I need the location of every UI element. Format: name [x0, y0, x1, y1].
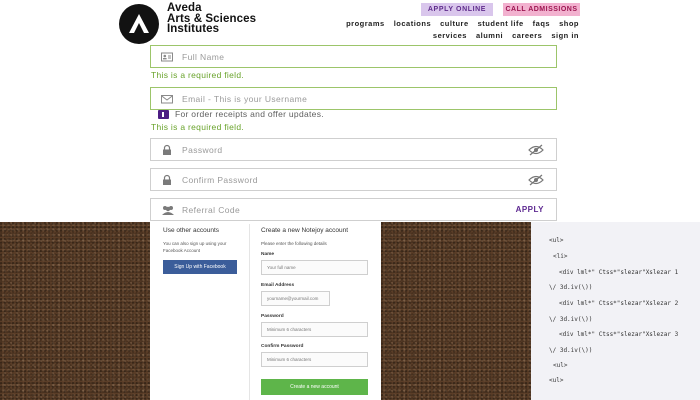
code-line-7: <div lml*" Ctss*"slezar"Xslezar 3	[559, 331, 679, 338]
email-optin[interactable]: For order receipts and offer updates.	[158, 109, 324, 119]
full-name-field[interactable]: Full Name	[150, 45, 557, 68]
code-line-8: \/ 3d.iv(\))	[549, 347, 593, 354]
logo-line-1: Aveda	[167, 2, 202, 14]
password-field[interactable]: Password	[150, 138, 557, 161]
nav-item-locations[interactable]: locations	[394, 19, 431, 28]
envelope-icon	[161, 95, 173, 104]
confirm-password-field[interactable]: Confirm Password	[150, 168, 557, 191]
nav-item-culture[interactable]: culture	[440, 19, 469, 28]
nav-item-sign-in[interactable]: sign in	[551, 31, 579, 40]
nav-item-alumni[interactable]: alumni	[476, 31, 503, 40]
code-snippet-panel: <ul> <li> <div lml*" Ctss*"slezar"Xsleza…	[531, 222, 700, 400]
email-label: Email Address	[261, 283, 295, 288]
dirt-texture-middle	[381, 222, 531, 400]
full-name-error: This is a required field.	[151, 70, 245, 80]
nav-item-services[interactable]: services	[433, 31, 467, 40]
aveda-logo-icon[interactable]	[119, 4, 159, 44]
create-account-title: Create a new Notejoy account	[261, 227, 349, 234]
nav-item-programs[interactable]: programs	[346, 19, 385, 28]
eye-slash-icon[interactable]	[528, 174, 544, 186]
referral-code-field[interactable]: Referral Code APPLY	[150, 198, 557, 221]
screenshot-canvas: Aveda Arts & Sciences Institutes APPLY O…	[0, 0, 700, 400]
create-account-subtitle: Please enter the following details	[261, 241, 327, 246]
id-card-icon	[161, 52, 173, 62]
code-line-4: \/ 3d.iv(\))	[549, 284, 593, 291]
name-input[interactable]: Your full name	[261, 260, 368, 275]
referral-placeholder: Referral Code	[182, 205, 241, 215]
confirm-password-input[interactable]: Minimum 6 characters	[261, 352, 368, 367]
nav-item-faqs[interactable]: faqs	[533, 19, 550, 28]
confirm-password-placeholder: Confirm Password	[182, 175, 258, 185]
password-placeholder: Password	[182, 145, 223, 155]
code-line-5: <div lml*" Ctss*"slezar"Xslezar 2	[559, 300, 679, 307]
signup-modal: Use other accounts You can also sign up …	[150, 222, 381, 400]
main-nav: programs locations culture student life …	[346, 19, 579, 28]
optin-label: For order receipts and offer updates.	[175, 109, 324, 119]
create-account-button[interactable]: Create a new account	[261, 379, 368, 395]
users-icon	[162, 206, 174, 215]
lock-icon	[163, 174, 171, 185]
code-line-3: <div lml*" Ctss*"slezar"Xslezar 1	[559, 269, 679, 276]
code-line-9: <ul>	[553, 362, 568, 369]
code-line-10: <ul>	[549, 377, 564, 384]
name-label: Name	[261, 252, 275, 257]
secondary-nav: services alumni careers sign in	[433, 31, 579, 40]
eye-slash-icon[interactable]	[528, 144, 544, 156]
dirt-texture-left	[0, 222, 150, 400]
apply-online-button[interactable]: APPLY ONLINE	[421, 3, 493, 16]
email-placeholder: Email - This is your Username	[182, 94, 308, 104]
facebook-signup-button[interactable]: Sign Up with Facebook	[163, 260, 237, 274]
email-error: This is a required field.	[151, 122, 245, 132]
nav-item-shop[interactable]: shop	[559, 19, 579, 28]
code-line-2: <li>	[553, 253, 568, 260]
logo-wordmark[interactable]: Aveda Arts & Sciences Institutes	[167, 3, 256, 35]
modal-divider	[249, 224, 250, 400]
code-line-1: <ul>	[549, 237, 564, 244]
apply-referral-link[interactable]: APPLY	[516, 199, 544, 221]
logo-line-3: Institutes	[167, 23, 220, 35]
email-field[interactable]: Email - This is your Username	[150, 87, 557, 110]
confirm-password-label: Confirm Password	[261, 344, 304, 349]
full-name-placeholder: Full Name	[182, 52, 225, 62]
other-accounts-title: Use other accounts	[163, 227, 220, 234]
optin-checkbox[interactable]	[158, 109, 169, 119]
code-line-6: \/ 3d.iv(\))	[549, 316, 593, 323]
email-input[interactable]: yourname@yourmail.com	[261, 291, 330, 306]
nav-item-student-life[interactable]: student life	[478, 19, 524, 28]
password-label: Password	[261, 314, 284, 319]
lock-icon	[163, 144, 171, 155]
call-admissions-button[interactable]: CALL ADMISSIONS	[503, 3, 580, 16]
other-accounts-text: You can also sign up using your Facebook…	[163, 241, 227, 253]
nav-item-careers[interactable]: careers	[512, 31, 542, 40]
password-input[interactable]: Minimum 6 characters	[261, 322, 368, 337]
